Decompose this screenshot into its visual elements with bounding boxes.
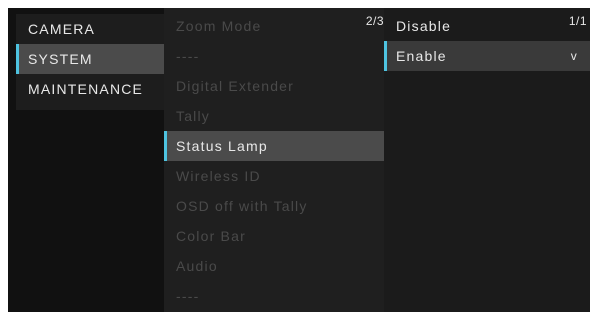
menu-column: 2/3 Zoom Mode ---- Digital Extender Tall… [164, 8, 384, 312]
menu-item-separator: ---- [164, 41, 384, 71]
osd-screen: CAMERA SYSTEM MAINTENANCE 2/3 Zoom Mode … [8, 8, 590, 312]
menu-item-zoom-mode[interactable]: Zoom Mode [164, 11, 384, 41]
menu-item-wireless-id[interactable]: Wireless ID [164, 161, 384, 191]
value-column: 1/1 Disable Enable v [384, 8, 590, 312]
menu-item-osd-off-with-tally[interactable]: OSD off with Tally [164, 191, 384, 221]
menu-item-audio[interactable]: Audio [164, 251, 384, 281]
menu-item-separator: ---- [164, 281, 384, 311]
menu-item-status-lamp[interactable]: Status Lamp [164, 131, 384, 161]
category-label: CAMERA [28, 21, 96, 37]
menu-item-label: ---- [176, 288, 200, 304]
menu-item-digital-extender[interactable]: Digital Extender [164, 71, 384, 101]
category-label: SYSTEM [28, 51, 93, 67]
menu-item-label: Zoom Mode [176, 18, 262, 34]
menu-item-label: Color Bar [176, 228, 246, 244]
category-item-system[interactable]: SYSTEM [16, 44, 164, 74]
menu-item-tally[interactable]: Tally [164, 101, 384, 131]
category-label: MAINTENANCE [28, 81, 144, 97]
menu-item-label: Status Lamp [176, 138, 268, 154]
menu-item-label: OSD off with Tally [176, 198, 308, 214]
menu-item-label: Digital Extender [176, 78, 295, 94]
value-option-disable[interactable]: Disable [384, 11, 590, 41]
value-option-label: Disable [396, 18, 452, 34]
checkmark-icon: v [570, 49, 578, 63]
menu-item-label: Tally [176, 108, 211, 124]
category-item-maintenance[interactable]: MAINTENANCE [16, 74, 164, 104]
menu-item-color-bar[interactable]: Color Bar [164, 221, 384, 251]
value-option-enable[interactable]: Enable v [384, 41, 590, 71]
menu-item-label: Wireless ID [176, 168, 261, 184]
menu-item-label: Audio [176, 258, 218, 274]
menu-item-label: ---- [176, 48, 200, 64]
category-item-camera[interactable]: CAMERA [16, 14, 164, 44]
category-column: CAMERA SYSTEM MAINTENANCE [16, 14, 164, 110]
value-option-label: Enable [396, 48, 447, 64]
